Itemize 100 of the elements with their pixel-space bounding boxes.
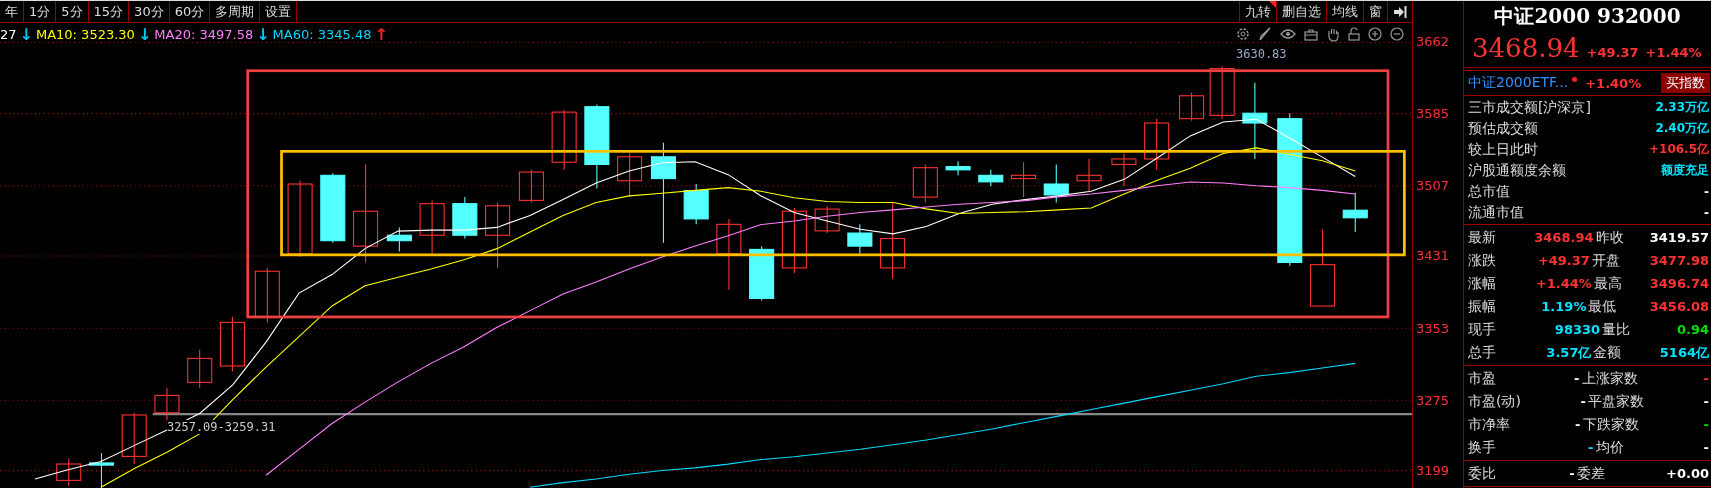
field-label: 委比 — [1468, 464, 1497, 483]
candlestick — [419, 199, 445, 255]
candlestick — [219, 316, 245, 372]
field-value: - — [1703, 440, 1709, 455]
field-label: 换手 — [1468, 438, 1497, 457]
price-change: +49.37 — [1586, 45, 1639, 60]
field-label: 下跌家数 — [1582, 415, 1639, 434]
candlestick — [485, 202, 511, 269]
candlestick — [814, 205, 840, 234]
candlestick — [749, 245, 775, 302]
axis-label: 3431 — [1416, 248, 1450, 264]
candlestick — [187, 349, 213, 389]
field-value: - — [1575, 417, 1581, 432]
index-title: 中证2000 932000 — [1493, 3, 1682, 30]
candlestick — [617, 153, 643, 198]
axis-label: 3585 — [1416, 105, 1450, 121]
field-label: 总市值 — [1468, 182, 1510, 201]
buy-button[interactable]: 买指数 — [1661, 73, 1710, 93]
field-value: +1.44% — [1535, 276, 1592, 291]
candlestick — [1043, 163, 1069, 204]
candlestick — [978, 169, 1004, 187]
axis-label: 3507 — [1416, 178, 1450, 194]
field-value: 3419.57 — [1649, 230, 1709, 245]
candlestick — [551, 109, 577, 171]
candlestick — [1179, 91, 1205, 122]
etf-link[interactable]: 中证2000ETF... — [1468, 74, 1569, 92]
zoom-out-icon[interactable] — [1390, 27, 1404, 41]
candlestick — [154, 387, 180, 421]
field-value: 3.57亿 — [1546, 343, 1592, 362]
field-label: 总手 — [1468, 343, 1497, 362]
field-label: 最高 — [1593, 274, 1622, 293]
field-value: - — [1588, 440, 1594, 455]
eye-icon[interactable] — [1280, 28, 1296, 40]
field-label: 平盘家数 — [1587, 392, 1644, 411]
unlock-icon[interactable] — [1348, 27, 1360, 41]
candlestick — [88, 452, 115, 488]
field-value: +0.00 — [1666, 466, 1709, 481]
hand-icon[interactable] — [1326, 26, 1340, 42]
axis-label: 3199 — [1416, 463, 1450, 479]
toolbox-icon[interactable] — [1304, 27, 1318, 41]
field-label: 昨收 — [1595, 228, 1624, 247]
field-label: 较上日此时 — [1468, 140, 1538, 159]
axis-label: 3275 — [1416, 392, 1450, 408]
candlestick — [781, 207, 807, 274]
field-value: 3468.94 — [1534, 230, 1594, 245]
legend-text: MA10: 3523.30 — [35, 26, 135, 42]
field-label: 沪股通额度余额 — [1468, 161, 1566, 180]
percent-change: +1.44% — [1645, 45, 1702, 60]
candlestick — [1144, 118, 1170, 171]
field-label: 涨幅 — [1468, 274, 1497, 293]
field-label: 开盘 — [1591, 251, 1620, 270]
candlestick — [1111, 153, 1137, 187]
field-label: 委差 — [1576, 464, 1605, 483]
field-value: - — [1569, 466, 1575, 481]
index-price: 3468.94 — [1472, 33, 1580, 63]
field-value: - — [1704, 205, 1709, 220]
status-dot — [1572, 77, 1578, 82]
candlestick — [121, 412, 147, 465]
zoom-in-icon[interactable] — [1368, 27, 1382, 41]
field-label: 市盈 — [1468, 369, 1497, 388]
field-label: 涨跌 — [1468, 251, 1497, 270]
field-value: 98330 — [1554, 322, 1601, 337]
field-value: 5164亿 — [1659, 343, 1709, 362]
candlestick — [1011, 161, 1037, 198]
candlestick — [1209, 65, 1235, 120]
legend-text: ↓ — [137, 24, 152, 44]
field-label: 三市成交额[沪深京] — [1468, 98, 1591, 117]
field-label: 上涨家数 — [1581, 369, 1638, 388]
candlestick — [847, 223, 873, 255]
field-value: +106.5亿 — [1649, 141, 1709, 158]
field-value: 3496.74 — [1649, 276, 1709, 291]
legend-text: MA60: 3345.48 — [272, 26, 372, 42]
field-value: +49.37 — [1537, 253, 1590, 268]
field-value: 2.40万亿 — [1655, 120, 1709, 137]
field-label: 市净率 — [1468, 415, 1510, 434]
field-label: 最新 — [1468, 228, 1497, 247]
percent-change: +1.40% — [1585, 75, 1642, 91]
field-value: - — [1580, 394, 1586, 409]
legend-text: ↓ — [256, 24, 270, 44]
field-value: 额度充足 — [1661, 162, 1709, 179]
price-annotation: 3257.09-3259.31 — [167, 420, 276, 434]
candlestick — [56, 458, 82, 487]
candlestick — [1342, 192, 1368, 233]
field-label: 流通市值 — [1468, 203, 1524, 222]
field-value: - — [1703, 394, 1709, 409]
field-value: - — [1704, 184, 1709, 199]
field-label: 预估成交额 — [1468, 119, 1538, 138]
field-label: 金额 — [1593, 343, 1622, 362]
toolbar-button[interactable]: 九转 — [1239, 1, 1276, 22]
field-value: - — [1574, 371, 1580, 386]
candlestick — [452, 196, 478, 240]
candlestick — [1076, 158, 1102, 193]
field-value: - — [1703, 417, 1709, 432]
field-label: 振幅 — [1468, 297, 1497, 316]
field-label: 均价 — [1595, 438, 1624, 457]
field-value: 3456.08 — [1649, 299, 1709, 314]
settings-icon[interactable] — [1236, 27, 1250, 41]
field-value: - — [1703, 371, 1709, 386]
pen-icon[interactable] — [1258, 27, 1272, 41]
legend-text: 27 — [0, 26, 17, 42]
